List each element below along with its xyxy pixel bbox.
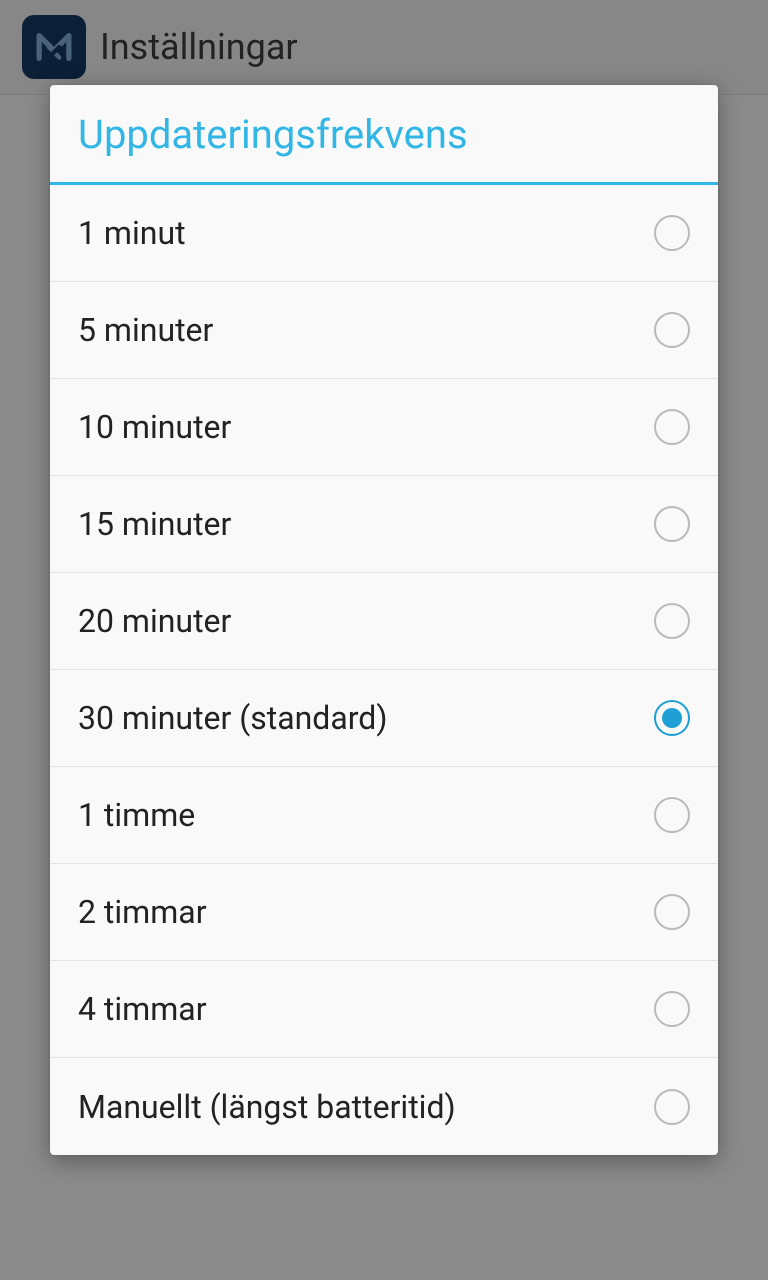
option-label: Manuellt (längst batteritid) bbox=[78, 1088, 456, 1126]
radio-icon[interactable] bbox=[654, 215, 690, 251]
option-row[interactable]: Manuellt (längst batteritid) bbox=[50, 1058, 718, 1155]
option-label: 30 minuter (standard) bbox=[78, 699, 387, 737]
option-row[interactable]: 30 minuter (standard) bbox=[50, 670, 718, 767]
option-row[interactable]: 4 timmar bbox=[50, 961, 718, 1058]
option-row[interactable]: 20 minuter bbox=[50, 573, 718, 670]
radio-icon[interactable] bbox=[654, 797, 690, 833]
option-label: 15 minuter bbox=[78, 505, 231, 543]
option-label: 5 minuter bbox=[78, 311, 213, 349]
option-label: 4 timmar bbox=[78, 990, 207, 1028]
dialog-title: Uppdateringsfrekvens bbox=[50, 85, 718, 185]
option-label: 1 timme bbox=[78, 796, 195, 834]
option-row[interactable]: 5 minuter bbox=[50, 282, 718, 379]
option-row[interactable]: 2 timmar bbox=[50, 864, 718, 961]
option-row[interactable]: 1 minut bbox=[50, 185, 718, 282]
radio-icon[interactable] bbox=[654, 1089, 690, 1125]
option-label: 2 timmar bbox=[78, 893, 207, 931]
option-row[interactable]: 15 minuter bbox=[50, 476, 718, 573]
options-list: 1 minut 5 minuter 10 minuter 15 minuter 20 m… bbox=[50, 185, 718, 1155]
option-row[interactable]: 1 timme bbox=[50, 767, 718, 864]
option-label: 20 minuter bbox=[78, 602, 231, 640]
option-label: 10 minuter bbox=[78, 408, 231, 446]
radio-icon[interactable] bbox=[654, 700, 690, 736]
option-row[interactable]: 10 minuter bbox=[50, 379, 718, 476]
option-label: 1 minut bbox=[78, 214, 186, 252]
radio-icon[interactable] bbox=[654, 603, 690, 639]
update-frequency-dialog: Uppdateringsfrekvens 1 minut 5 minuter 10 … bbox=[50, 85, 718, 1155]
radio-icon[interactable] bbox=[654, 312, 690, 348]
radio-icon[interactable] bbox=[654, 409, 690, 445]
radio-icon[interactable] bbox=[654, 506, 690, 542]
radio-icon[interactable] bbox=[654, 991, 690, 1027]
radio-icon[interactable] bbox=[654, 894, 690, 930]
